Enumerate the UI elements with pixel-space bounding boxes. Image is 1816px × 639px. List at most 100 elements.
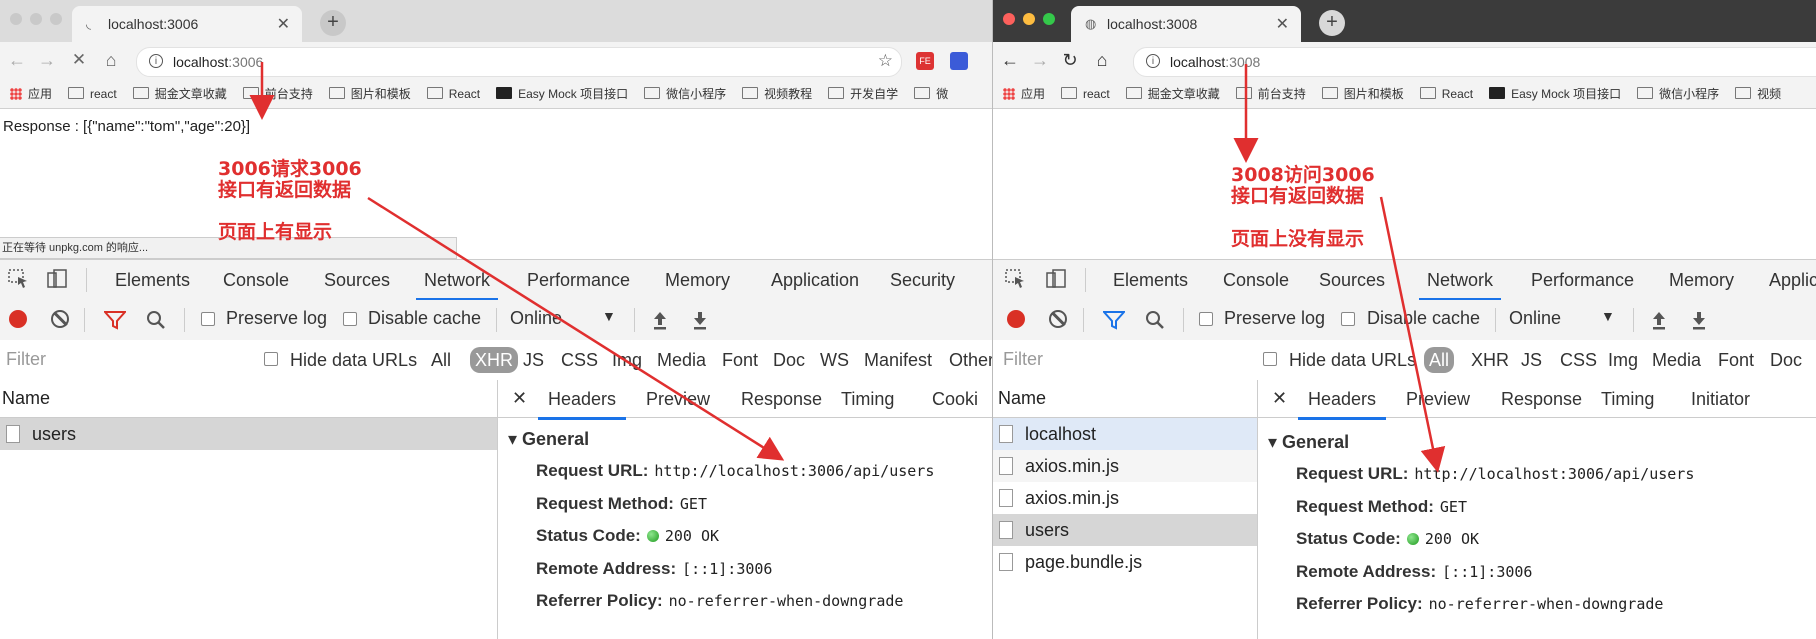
- filter-type-xhr[interactable]: XHR: [470, 347, 519, 373]
- bookmark-item[interactable]: 微信小程序: [644, 80, 726, 108]
- detail-tab-timing[interactable]: Timing: [841, 389, 894, 410]
- devtools-tab-security[interactable]: Security: [890, 270, 955, 291]
- devtools-tab-performance[interactable]: Performance: [527, 270, 630, 291]
- bookmark-item[interactable]: 开发自学: [828, 80, 898, 108]
- bookmark-item[interactable]: 应用: [1003, 80, 1045, 108]
- devtools-tab-performance[interactable]: Performance: [1531, 270, 1634, 291]
- dropdown-arrow-icon[interactable]: ▼: [1601, 308, 1615, 324]
- filter-type-doc[interactable]: Doc: [773, 350, 805, 371]
- preserve-log-checkbox[interactable]: [201, 312, 215, 326]
- bookmark-item[interactable]: 应用: [10, 80, 52, 108]
- export-har-icon[interactable]: [1691, 310, 1707, 330]
- zoom-window-button[interactable]: [1043, 13, 1055, 25]
- bookmark-item[interactable]: 图片和模板: [1321, 80, 1404, 108]
- bookmark-item[interactable]: 前台支持: [242, 80, 313, 108]
- bookmark-item[interactable]: react: [1061, 80, 1110, 108]
- bookmark-item[interactable]: react: [68, 80, 117, 108]
- detail-tab-cooki[interactable]: Cooki: [932, 389, 978, 410]
- record-button[interactable]: [1007, 310, 1025, 328]
- filter-type-js[interactable]: JS: [523, 350, 544, 371]
- filter-type-media[interactable]: Media: [657, 350, 706, 371]
- bookmark-item[interactable]: 图片和模板: [328, 80, 411, 108]
- clear-icon[interactable]: [1049, 310, 1067, 328]
- devtools-tab-sources[interactable]: Sources: [1319, 270, 1385, 291]
- name-column-header[interactable]: Name: [0, 380, 497, 418]
- extension-icon[interactable]: [950, 52, 968, 70]
- filter-type-doc[interactable]: Doc: [1770, 350, 1802, 371]
- back-icon[interactable]: ←: [999, 50, 1021, 71]
- browser-tab[interactable]: ◟ localhost:3006 ✕: [72, 6, 302, 42]
- back-icon[interactable]: ←: [6, 50, 28, 71]
- filter-type-css[interactable]: CSS: [1560, 350, 1597, 371]
- close-detail-icon[interactable]: ✕: [512, 388, 527, 409]
- detail-tab-timing[interactable]: Timing: [1601, 389, 1654, 410]
- detail-tab-initiator[interactable]: Initiator: [1691, 389, 1750, 410]
- filter-type-font[interactable]: Font: [1718, 350, 1754, 371]
- home-icon[interactable]: ⌂: [100, 50, 122, 71]
- address-bar[interactable]: i localhost:3006 ☆: [136, 47, 902, 77]
- info-icon[interactable]: i: [1146, 54, 1160, 68]
- filter-type-other[interactable]: Other: [949, 350, 992, 371]
- filter-input[interactable]: Filter: [997, 346, 1233, 372]
- disable-cache-checkbox[interactable]: [1341, 312, 1355, 326]
- search-icon[interactable]: [1145, 310, 1165, 330]
- request-row[interactable]: users: [993, 514, 1257, 546]
- filter-icon[interactable]: [1103, 310, 1125, 330]
- clear-icon[interactable]: [51, 310, 69, 328]
- filter-icon[interactable]: [104, 310, 126, 330]
- filter-type-all[interactable]: All: [431, 350, 451, 371]
- zoom-window-button[interactable]: [50, 13, 62, 25]
- close-window-button[interactable]: [1003, 13, 1015, 25]
- devtools-tab-network[interactable]: Network: [1418, 270, 1502, 301]
- preserve-log-checkbox[interactable]: [1199, 312, 1213, 326]
- detail-tab-preview[interactable]: Preview: [1406, 389, 1470, 410]
- devtools-tab-elements[interactable]: Elements: [1113, 270, 1188, 291]
- reload-icon[interactable]: ↻: [1059, 50, 1081, 71]
- bookmark-item[interactable]: Easy Mock 项目接口: [1489, 80, 1621, 108]
- general-section-toggle[interactable]: ▾ General: [508, 429, 589, 450]
- close-detail-icon[interactable]: ✕: [1272, 388, 1287, 409]
- record-button[interactable]: [9, 310, 27, 328]
- address-bar[interactable]: i localhost:3008: [1133, 47, 1816, 77]
- inspect-element-icon[interactable]: [1005, 269, 1027, 289]
- filter-type-ws[interactable]: WS: [820, 350, 849, 371]
- dropdown-arrow-icon[interactable]: ▼: [602, 308, 616, 324]
- detail-tab-preview[interactable]: Preview: [646, 389, 710, 410]
- devtools-tab-network[interactable]: Network: [415, 270, 499, 301]
- home-icon[interactable]: ⌂: [1091, 50, 1113, 71]
- general-section-toggle[interactable]: ▾ General: [1268, 432, 1349, 453]
- minimize-window-button[interactable]: [30, 13, 42, 25]
- filter-type-media[interactable]: Media: [1652, 350, 1701, 371]
- bookmark-item[interactable]: 视频: [1735, 80, 1781, 108]
- new-tab-button[interactable]: +: [1319, 10, 1345, 36]
- request-row[interactable]: page.bundle.js: [993, 546, 1257, 578]
- bookmark-item[interactable]: 前台支持: [1235, 80, 1306, 108]
- stop-loading-icon[interactable]: ✕: [68, 50, 90, 70]
- forward-icon[interactable]: →: [1029, 50, 1051, 71]
- devtools-tab-elements[interactable]: Elements: [115, 270, 190, 291]
- hide-data-urls-checkbox[interactable]: [1263, 352, 1277, 366]
- device-toolbar-icon[interactable]: [1045, 269, 1067, 289]
- bookmark-item[interactable]: 掘金文章收藏: [1125, 80, 1220, 108]
- bookmark-item[interactable]: Easy Mock 项目接口: [496, 80, 628, 108]
- search-icon[interactable]: [146, 310, 166, 330]
- devtools-tab-memory[interactable]: Memory: [1669, 270, 1734, 291]
- filter-type-js[interactable]: JS: [1521, 350, 1542, 371]
- name-column-header[interactable]: Name: [993, 380, 1257, 418]
- detail-tab-response[interactable]: Response: [741, 389, 822, 410]
- bookmark-item[interactable]: 微信小程序: [1637, 80, 1719, 108]
- forward-icon[interactable]: →: [36, 50, 58, 71]
- detail-tab-response[interactable]: Response: [1501, 389, 1582, 410]
- devtools-tab-memory[interactable]: Memory: [665, 270, 730, 291]
- close-tab-icon[interactable]: ✕: [1276, 14, 1289, 34]
- detail-tab-headers[interactable]: Headers: [1297, 389, 1387, 420]
- bookmark-item[interactable]: 视频教程: [742, 80, 812, 108]
- bookmark-item[interactable]: 掘金文章收藏: [132, 80, 227, 108]
- inspect-element-icon[interactable]: [8, 269, 30, 289]
- filter-type-img[interactable]: Img: [1608, 350, 1638, 371]
- extension-icon[interactable]: FE: [916, 52, 934, 70]
- filter-type-img[interactable]: Img: [612, 350, 642, 371]
- minimize-window-button[interactable]: [1023, 13, 1035, 25]
- devtools-tab-console[interactable]: Console: [223, 270, 289, 291]
- filter-input[interactable]: Filter: [0, 346, 245, 372]
